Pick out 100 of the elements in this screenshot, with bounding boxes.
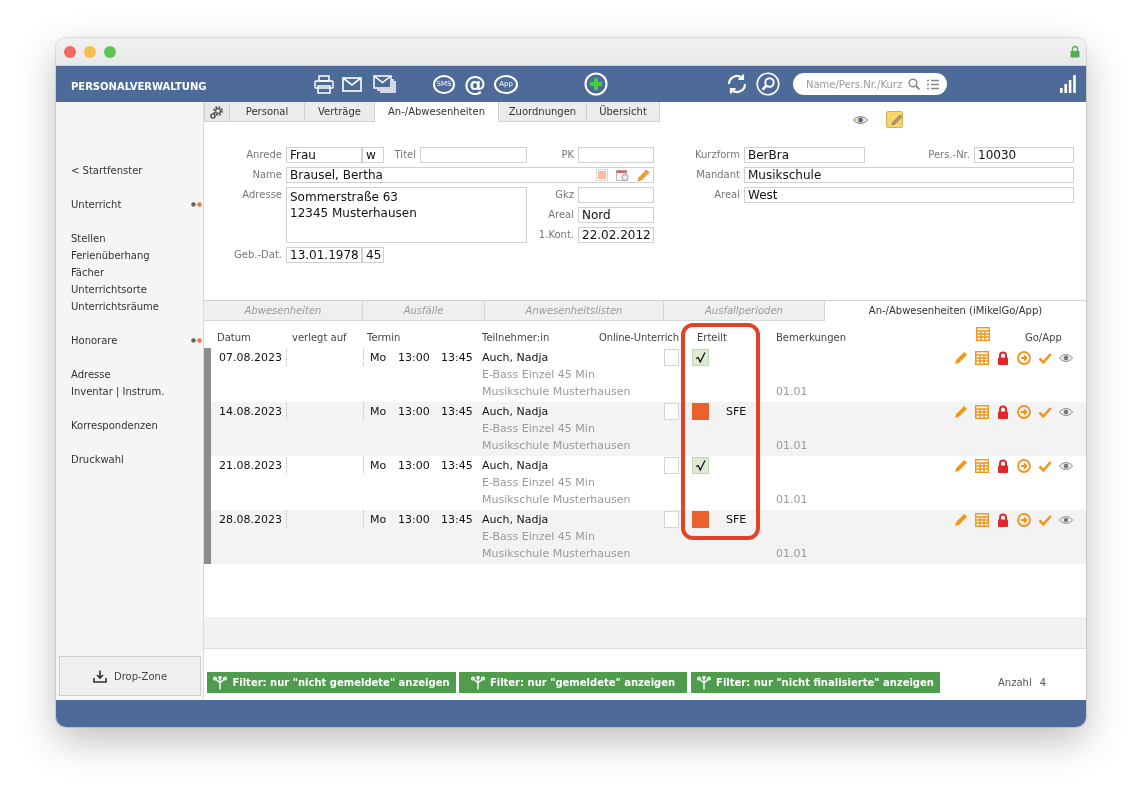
eye-icon[interactable] [1059, 514, 1073, 525]
table-row[interactable]: 21.08.2023 Mo 13:00 13:45 Auch, Nadja E-Bass Einzel 45 Min Musikschule Musterhausen 01.01 [204, 456, 1086, 510]
participant-cell-text: Auch, Nadja [482, 350, 549, 366]
search-icon[interactable] [756, 72, 780, 96]
sidebar-item[interactable]: Ferienüberhang [71, 247, 150, 264]
online-checkbox[interactable] [664, 349, 679, 366]
field-label: Adresse [242, 188, 282, 202]
close-button[interactable] [64, 45, 76, 58]
eye-icon[interactable] [1059, 406, 1073, 417]
area-field[interactable]: West [744, 187, 1074, 203]
location-cell-text: Musikschule Musterhausen [482, 384, 631, 400]
sidebar-item[interactable]: Unterrichtsräume [71, 298, 159, 315]
search-icon[interactable] [908, 78, 920, 90]
eye-icon[interactable] [1059, 352, 1073, 363]
settings-button[interactable] [204, 102, 230, 122]
column-header: Bemerkungen [776, 331, 846, 345]
check-icon [695, 351, 706, 364]
sidebar-item[interactable]: Inventar | Instrum. [71, 383, 165, 400]
check-icon[interactable] [1038, 350, 1052, 365]
table-row[interactable]: 28.08.2023 Mo 13:00 13:45 Auch, Nadja E-Bass Einzel 45 Min Musikschule Musterhausen SFE 01.01 [204, 510, 1086, 564]
search-field[interactable]: Name/Pers.Nr./Kurz [793, 73, 947, 95]
table-icon[interactable] [976, 327, 990, 341]
minimize-button[interactable] [84, 45, 96, 58]
date-cell-text: 28.08.2023 [219, 512, 282, 528]
age-field[interactable]: 45 [362, 247, 384, 263]
name-field[interactable]: Brausel, Bertha [286, 167, 654, 183]
online-checkbox[interactable] [664, 511, 679, 528]
birth-date-field[interactable]: 13.01.1978 [286, 247, 362, 263]
pencil-icon[interactable] [637, 168, 650, 182]
envelopes-icon[interactable] [373, 75, 396, 93]
arrow-circle-icon[interactable] [1017, 404, 1031, 419]
remark-cell-text: 01.01 [776, 438, 808, 454]
note-icon[interactable] [886, 111, 904, 129]
lock-icon[interactable] [996, 458, 1010, 473]
pk-field[interactable] [578, 147, 654, 163]
column-header: Datum [217, 331, 251, 345]
pencil-icon[interactable] [954, 404, 968, 419]
sidebar-item[interactable]: Adresse [71, 366, 111, 383]
field-label: Areal [714, 188, 740, 202]
tab[interactable]: Verträge [305, 102, 375, 122]
table-icon[interactable] [975, 404, 989, 419]
zoom-button[interactable] [104, 45, 116, 58]
arrow-circle-icon[interactable] [1017, 350, 1031, 365]
location-cell-text: Musikschule Musterhausen [482, 438, 631, 454]
sidebar-item[interactable]: Unterricht [71, 196, 122, 213]
tab[interactable]: Übersicht [587, 102, 660, 122]
sidebar-item[interactable]: Druckwahl [71, 451, 124, 468]
arrow-circle-icon[interactable] [1017, 512, 1031, 527]
table-icon[interactable] [975, 458, 989, 473]
add-icon[interactable] [584, 72, 608, 96]
check-icon[interactable] [1038, 512, 1052, 527]
arrow-circle-icon[interactable] [1017, 458, 1031, 473]
sidebar-item[interactable]: Unterrichtsorte [71, 281, 147, 298]
gear-icon [210, 104, 224, 119]
sidebar-item[interactable]: Honorare [71, 332, 118, 349]
mail-icon[interactable] [342, 76, 362, 92]
pencil-icon[interactable] [954, 512, 968, 527]
eye-icon[interactable] [1059, 460, 1073, 471]
pencil-icon[interactable] [954, 350, 968, 365]
short-form-field[interactable]: BerBra [744, 147, 865, 163]
printer-icon[interactable] [314, 74, 334, 94]
gkz-field[interactable] [578, 187, 654, 203]
table-icon[interactable] [975, 350, 989, 365]
address-field[interactable]: Sommerstraße 63 12345 Musterhausen [286, 187, 527, 243]
field-label: Titel [394, 148, 416, 162]
pencil-icon[interactable] [954, 458, 968, 473]
sidebar-item[interactable]: Stellen [71, 230, 106, 247]
client-field[interactable]: Musikschule [744, 167, 1074, 183]
calendar-icon[interactable] [616, 169, 629, 181]
email-at-button[interactable]: @ [464, 72, 486, 96]
check-icon[interactable] [1038, 458, 1052, 473]
eye-icon[interactable] [853, 115, 868, 125]
area-field[interactable]: Nord [578, 207, 654, 223]
code-cell-text: SFE [726, 512, 747, 528]
sidebar-item[interactable]: Fächer [71, 264, 105, 281]
first-contact-field[interactable]: 22.02.2012 [578, 227, 654, 243]
status-indicator[interactable] [692, 349, 709, 366]
tab[interactable]: Personal [230, 102, 305, 122]
lock-icon[interactable] [996, 512, 1010, 527]
signal-bars-icon [1060, 75, 1076, 93]
table-row[interactable]: 07.08.2023 Mo 13:00 13:45 Auch, Nadja E-Bass Einzel 45 Min Musikschule Musterhausen 01.01 [204, 348, 1086, 402]
table-icon[interactable] [975, 512, 989, 527]
tab[interactable]: Zuordnungen [499, 102, 587, 122]
status-indicator[interactable] [692, 457, 709, 474]
table-row[interactable]: 14.08.2023 Mo 13:00 13:45 Auch, Nadja E-Bass Einzel 45 Min Musikschule Musterhausen SFE 01.01 [204, 402, 1086, 456]
salutation-field[interactable]: Frau [286, 147, 362, 163]
drop-zone-button[interactable]: Drop-Zone [59, 656, 201, 696]
lock-icon[interactable] [996, 404, 1010, 419]
sidebar-item[interactable]: Korrespondenzen [71, 417, 158, 434]
online-checkbox[interactable] [664, 403, 679, 420]
refresh-icon[interactable] [725, 72, 749, 96]
online-checkbox[interactable] [664, 457, 679, 474]
sidebar-item[interactable]: < Startfenster [71, 162, 143, 179]
lock-icon[interactable] [996, 350, 1010, 365]
personnel-number-field[interactable]: 10030 [974, 147, 1074, 163]
gender-field[interactable]: w [362, 147, 384, 163]
end-time-cell-text: 13:45 [441, 458, 473, 474]
list-icon[interactable] [927, 79, 939, 90]
title-field[interactable] [420, 147, 527, 163]
check-icon[interactable] [1038, 404, 1052, 419]
